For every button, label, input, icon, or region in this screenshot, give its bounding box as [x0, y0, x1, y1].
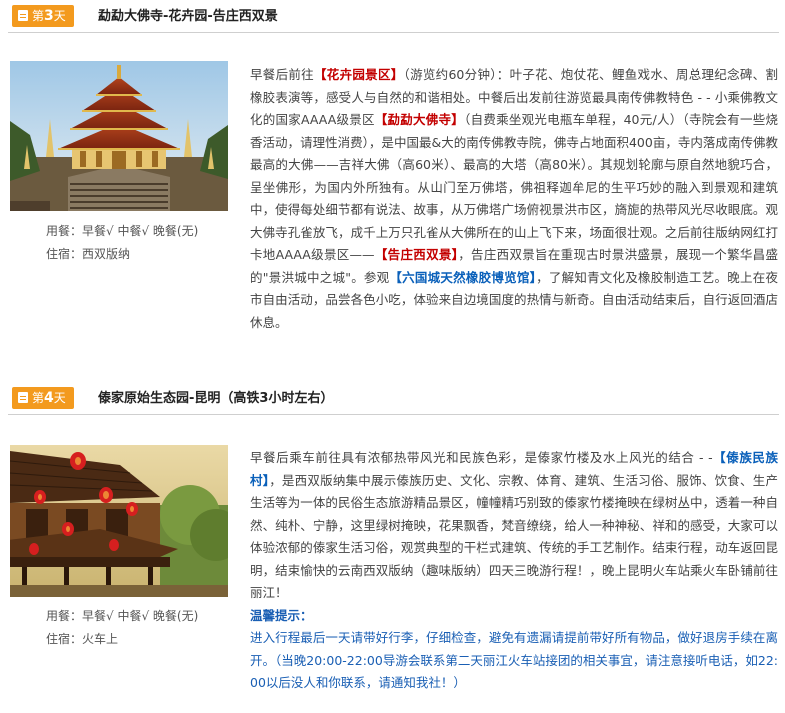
tip-body: 进入行程最后一天请带好行李，仔细检查，避免有遗漏请提前带好所有物品，做好退房手续…	[250, 630, 778, 690]
day-4-title: 傣家原始生态园-昆明（高铁3小时左右）	[98, 391, 334, 406]
spot-gaozhuang: 【告庄西双景】	[374, 247, 459, 262]
day-4-village-photo	[10, 445, 228, 597]
tip-title: 温馨提示：	[250, 607, 313, 623]
spot-buddha-temple: 【勐勐大佛寺】	[374, 112, 465, 127]
day-4-lodging: 住宿：火车上	[46, 632, 119, 646]
spot-rubber-museum: 【六国城天然橡胶博览馆】	[389, 269, 537, 285]
day-3-badge: 第3天	[12, 5, 74, 27]
temple-image	[10, 61, 228, 211]
day-3-description: 早餐后前往【花卉园景区】（游览约60分钟）：叶子花、炮仗花、鲤鱼戏水、周总理纪念…	[250, 67, 778, 330]
day-3-lodging: 住宿：西双版纳	[46, 247, 131, 261]
day-4-header: 第4天 傣家原始生态园-昆明（高铁3小时左右）	[8, 386, 779, 415]
day-3-temple-photo	[10, 61, 228, 211]
spot-flower-garden: 【花卉园景区】	[313, 67, 404, 82]
calendar-icon	[18, 392, 28, 403]
calendar-icon	[18, 10, 28, 21]
day-4-meals: 用餐：早餐√ 中餐√ 晚餐(无)	[46, 609, 199, 623]
day-3-header: 第3天 勐勐大佛寺-花卉园-告庄西双景	[8, 4, 779, 33]
day-3-meals: 用餐：早餐√ 中餐√ 晚餐(无)	[46, 224, 199, 238]
day-4-description: 早餐后乘车前往具有浓郁热带风光和民族色彩，是傣家竹楼及水上风光的结合 - -【傣…	[250, 450, 778, 690]
day-3-title: 勐勐大佛寺-花卉园-告庄西双景	[98, 9, 278, 24]
village-image	[10, 445, 228, 597]
day-4-badge: 第4天	[12, 387, 74, 409]
